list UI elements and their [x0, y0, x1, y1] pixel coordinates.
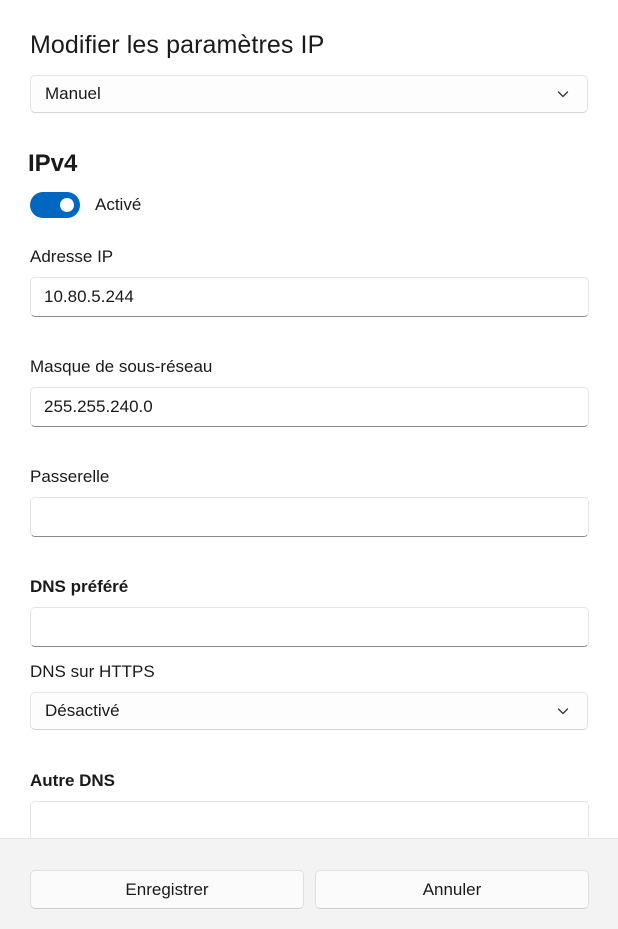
chevron-down-icon — [557, 91, 569, 98]
gateway-field[interactable] — [30, 497, 589, 537]
dns-over-https-label: DNS sur HTTPS — [30, 662, 155, 681]
ip-address-field[interactable] — [30, 277, 589, 317]
ipv4-toggle-row: Activé — [30, 192, 141, 218]
dns-over-https-value: Désactivé — [45, 701, 120, 720]
gateway-label: Passerelle — [30, 467, 110, 486]
ip-assignment-select[interactable]: Manuel — [30, 75, 588, 113]
subnet-mask-label: Masque de sous-réseau — [30, 357, 213, 376]
alternate-dns-label: Autre DNS — [30, 771, 116, 790]
save-button[interactable]: Enregistrer — [30, 870, 304, 909]
toggle-knob — [60, 198, 74, 212]
dialog-title: Modifier les paramètres IP — [30, 31, 325, 59]
dns-over-https-select[interactable]: Désactivé — [30, 692, 588, 730]
ipv4-toggle-label: Activé — [95, 195, 142, 214]
alternate-dns-field[interactable] — [30, 801, 589, 838]
ipv4-toggle[interactable] — [30, 192, 80, 218]
edit-ip-settings-dialog: Modifier les paramètres IP Manuel IPv4 A… — [0, 0, 618, 929]
dialog-footer: Enregistrer Annuler — [0, 838, 618, 929]
ip-assignment-value: Manuel — [45, 84, 101, 103]
dialog-content[interactable]: Modifier les paramètres IP Manuel IPv4 A… — [0, 0, 618, 838]
preferred-dns-label: DNS préféré — [30, 577, 129, 596]
cancel-button[interactable]: Annuler — [315, 870, 589, 909]
subnet-mask-field[interactable] — [30, 387, 589, 427]
preferred-dns-field[interactable] — [30, 607, 589, 647]
ip-address-label: Adresse IP — [30, 247, 114, 266]
chevron-down-icon — [557, 708, 569, 715]
ipv4-section-title: IPv4 — [28, 150, 78, 177]
